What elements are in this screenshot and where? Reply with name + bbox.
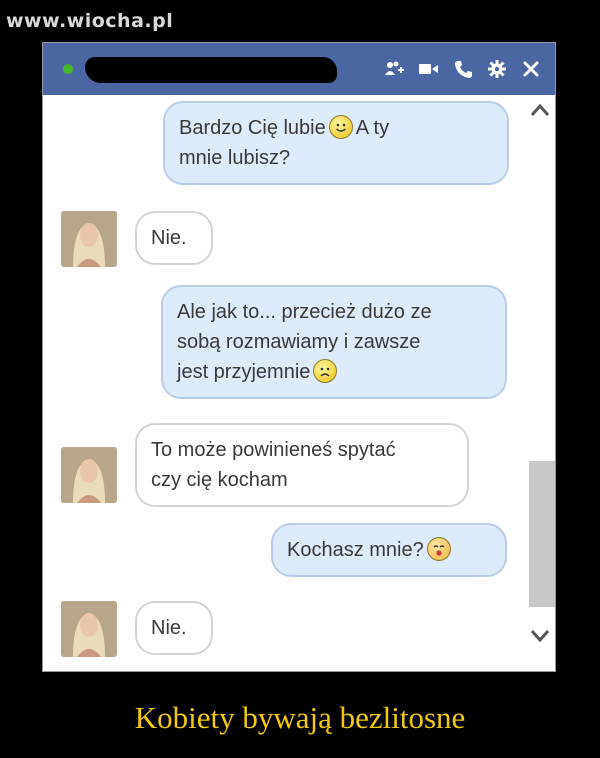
message-text: Ale jak to... przecież dużo ze <box>177 301 432 323</box>
contact-avatar[interactable] <box>61 211 117 267</box>
message-bubble-received: To może powinieneś spytać czy cię kocham <box>135 423 469 507</box>
message-bubble-sent: Bardzo Cię lubie A ty mnie lubisz? <box>163 101 509 185</box>
video-call-icon[interactable] <box>417 57 441 81</box>
redacted-contact-name <box>85 57 337 83</box>
chat-scrollbar[interactable] <box>525 95 555 671</box>
message-text: A ty <box>355 117 390 139</box>
message-text: mnie lubisz? <box>179 147 291 169</box>
chat-titlebar <box>43 43 555 95</box>
add-friend-icon[interactable] <box>383 57 407 81</box>
meme-caption: Kobiety bywają bezlitosne <box>134 700 466 735</box>
message-text: Nie. <box>151 617 187 639</box>
scroll-up-icon[interactable] <box>530 103 550 117</box>
message-text: Nie. <box>151 227 187 249</box>
message-text: sobą rozmawiamy i zawsze <box>177 331 421 353</box>
message-text: Kochasz mnie? <box>287 539 424 561</box>
phone-icon[interactable] <box>451 57 475 81</box>
contact-avatar[interactable] <box>61 601 117 657</box>
message-text: jest przyjemnie <box>177 361 311 383</box>
message-bubble-sent: Kochasz mnie? <box>271 523 507 577</box>
close-icon[interactable] <box>519 57 543 81</box>
message-text: czy cię kocham <box>151 469 288 491</box>
message-bubble-sent: Ale jak to... przecież dużo ze sobą rozm… <box>161 285 507 399</box>
sad-emoji-icon <box>313 359 338 383</box>
message-bubble-received: Nie. <box>135 211 213 265</box>
message-list: Bardzo Cię lubie A ty mnie lubisz? Nie. A… <box>43 95 555 671</box>
contact-avatar[interactable] <box>61 447 117 503</box>
smile-emoji-icon <box>328 115 353 139</box>
watermark: www.wiocha.pl <box>6 10 174 32</box>
scroll-down-icon[interactable] <box>530 629 550 643</box>
titlebar-actions <box>383 57 543 81</box>
chat-window: Bardzo Cię lubie A ty mnie lubisz? Nie. A… <box>42 42 556 672</box>
gear-icon[interactable] <box>485 57 509 81</box>
scroll-thumb[interactable] <box>529 461 555 607</box>
kiss-emoji-icon <box>426 537 451 561</box>
message-bubble-received: Nie. <box>135 601 213 655</box>
message-text: Bardzo Cię lubie <box>179 117 326 139</box>
online-status-icon <box>63 64 73 74</box>
message-text: To może powinieneś spytać <box>151 439 396 461</box>
